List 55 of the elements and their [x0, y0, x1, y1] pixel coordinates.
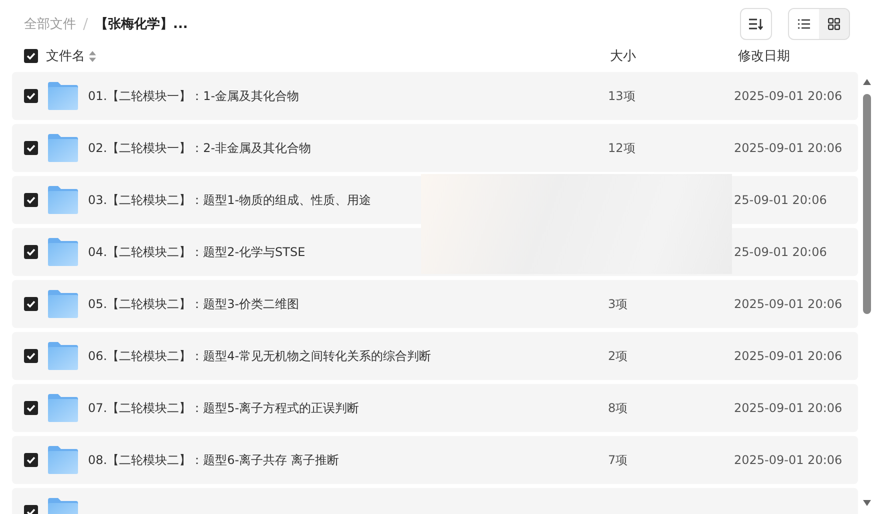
file-row[interactable]: 06.【二轮模块二】：题型4-常见无机物之间转化关系的综合判断 2项 2025-09-01 20:06	[12, 332, 858, 380]
checkbox[interactable]	[24, 245, 38, 259]
column-header[interactable]: 文件名	[46, 47, 85, 65]
file-row[interactable]: 02.【二轮模块一】：2-非金属及其化合物 12项 2025-09-01 20:06	[12, 124, 858, 172]
checkbox[interactable]	[24, 141, 38, 155]
modified-date: 2025-09-01 20:06	[734, 453, 844, 467]
view-mode-button[interactable]	[789, 9, 819, 39]
modified-date: 2025-09-01 20:06	[734, 401, 844, 415]
modified-date: 2025-09-01 20:06	[734, 89, 844, 103]
folder-icon	[48, 394, 78, 422]
checkbox[interactable]	[24, 453, 38, 467]
item-count: 3项	[608, 296, 629, 312]
checkbox[interactable]	[24, 193, 38, 207]
file-row[interactable]: 05.【二轮模块二】：题型3-价类二维图 3项 2025-09-01 20:06	[12, 280, 858, 328]
checkbox[interactable]	[24, 349, 38, 363]
file-name: 06.【二轮模块二】：题型4-常见无机物之间转化关系的综合判断	[88, 348, 432, 364]
grid-icon	[828, 18, 840, 30]
item-count: 7项	[608, 452, 629, 468]
file-name: 07.【二轮模块二】：题型5-离子方程式的正误判断	[88, 400, 360, 416]
checkbox[interactable]	[24, 49, 38, 63]
folder-icon	[48, 238, 78, 266]
checkbox[interactable]	[24, 89, 38, 103]
modified-date: 2025-09-01 20:06	[734, 297, 844, 311]
file-name: 04.【二轮模块二】：题型2-化学与STSE	[88, 244, 306, 260]
item-count: 8项	[608, 400, 629, 416]
checkbox[interactable]	[24, 401, 38, 415]
item-count: 13项	[608, 88, 636, 104]
file-name: 02.【二轮模块一】：2-非金属及其化合物	[88, 140, 312, 156]
list-icon	[798, 19, 810, 29]
modified-date: 25-09-01 20:06	[734, 245, 828, 259]
file-row[interactable]: 08.【二轮模块二】：题型6-离子共存 离子推断 7项 2025-09-01 20:06	[12, 436, 858, 484]
folder-icon	[48, 342, 78, 370]
sort-arrows-icon[interactable]	[89, 50, 96, 62]
file-name: 05.【二轮模块二】：题型3-价类二维图	[88, 296, 300, 312]
file-row[interactable]: 01.【二轮模块一】：1-金属及其化合物 13项 2025-09-01 20:06	[12, 72, 858, 120]
folder-icon	[48, 446, 78, 474]
modified-date: 2025-09-01 20:06	[734, 141, 844, 155]
column-header[interactable]: 大小	[610, 47, 724, 65]
file-row[interactable]: 07.【二轮模块二】：题型5-离子方程式的正误判断 8项 2025-09-01 20:06	[12, 384, 858, 432]
sort-icon	[749, 18, 763, 30]
breadcrumb-current: 【张梅化学】...	[95, 16, 188, 33]
file-name: 01.【二轮模块一】：1-金属及其化合物	[88, 88, 300, 104]
folder-icon	[48, 82, 78, 110]
folder-icon	[48, 186, 78, 214]
folder-icon	[48, 134, 78, 162]
column-header[interactable]: 修改日期	[738, 47, 858, 65]
file-name: 03.【二轮模块二】：题型1-物质的组成、性质、用途	[88, 192, 372, 208]
modified-date: 2025-09-01 20:06	[734, 349, 844, 363]
modified-date: 25-09-01 20:06	[734, 193, 828, 207]
item-count: 2项	[608, 348, 629, 364]
file-name: 08.【二轮模块二】：题型6-离子共存 离子推断	[88, 452, 340, 468]
item-count: 12项	[608, 140, 636, 156]
sort-button[interactable]	[740, 8, 772, 40]
checkbox[interactable]	[24, 297, 38, 311]
folder-icon	[48, 290, 78, 318]
